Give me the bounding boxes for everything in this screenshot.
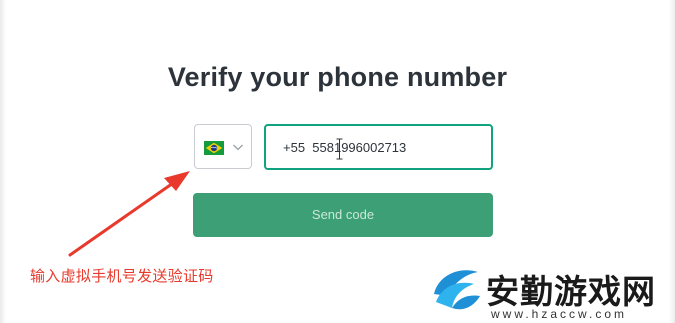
phone-number-value: +55 5581996002713 [283, 140, 407, 155]
phone-number-input[interactable]: +55 5581996002713 [264, 124, 493, 170]
frame-edge-left [0, 0, 6, 323]
text-cursor-icon [336, 138, 343, 160]
chevron-down-icon [233, 144, 243, 151]
send-code-button[interactable]: Send code [193, 193, 493, 237]
site-watermark: 安勤游戏网 www.hzaccw.com [428, 262, 675, 323]
watermark-title: 安勤游戏网 [486, 272, 656, 311]
brazil-flag-icon [204, 141, 224, 155]
watermark-logo-icon [434, 270, 480, 310]
page-title: Verify your phone number [167, 62, 508, 92]
watermark-domain: www.hzaccw.com [491, 307, 628, 321]
country-code-select[interactable] [194, 124, 252, 169]
annotation-text: 输入虚拟手机号发送验证码 [30, 267, 214, 285]
